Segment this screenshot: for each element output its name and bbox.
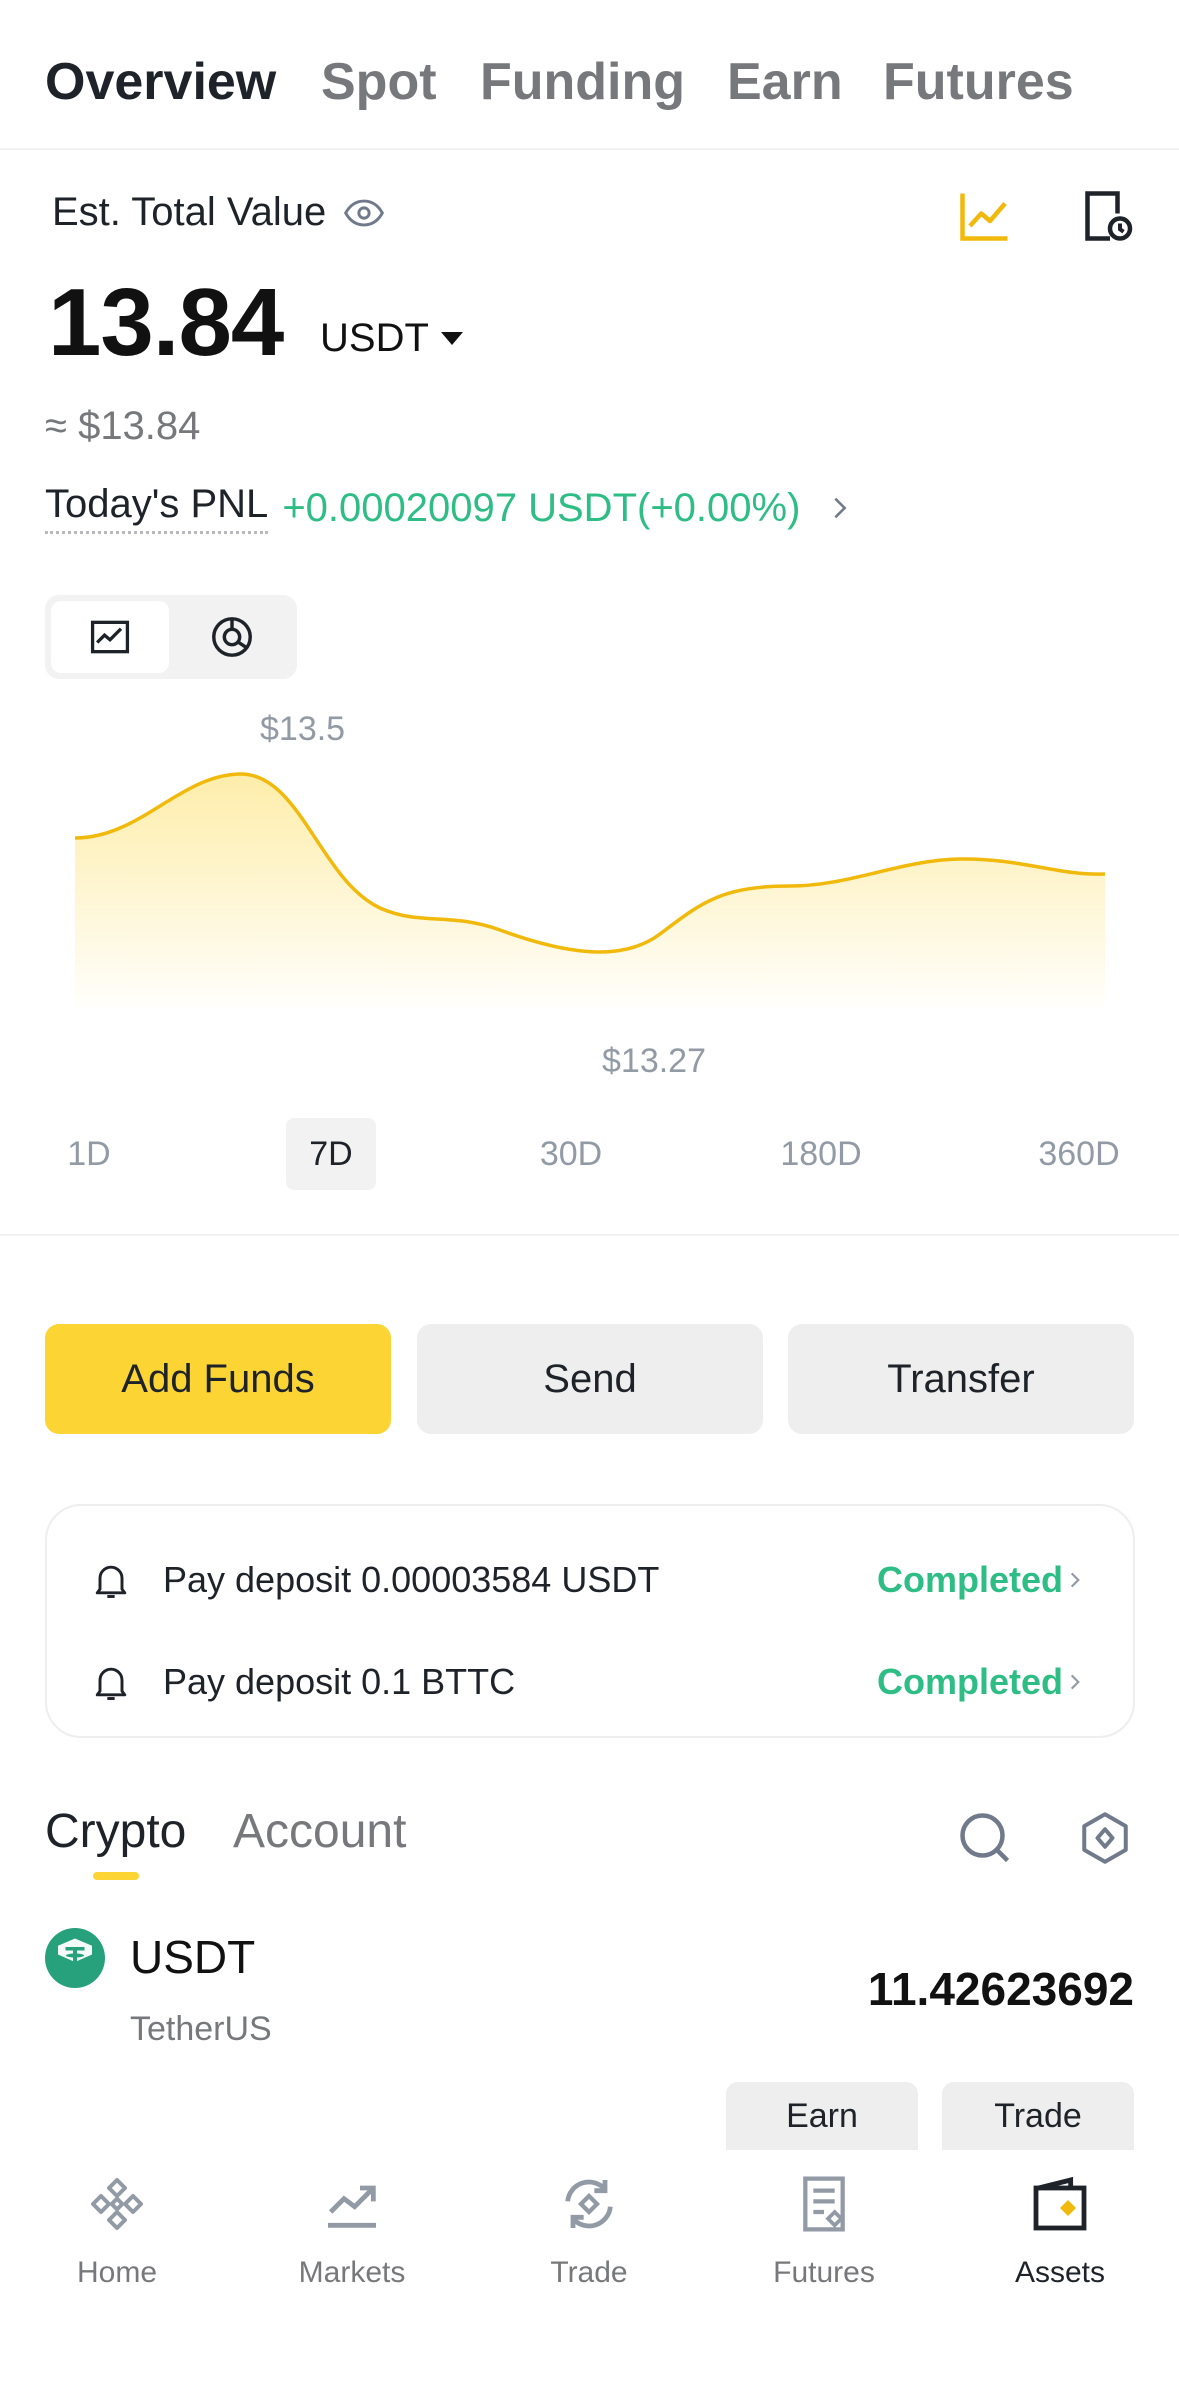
nav-assets[interactable]: Assets [960, 2172, 1160, 2312]
range-7d[interactable]: 7D [286, 1118, 376, 1190]
tab-earn[interactable]: Earn [727, 52, 843, 112]
nav-home[interactable]: Home [17, 2172, 217, 2312]
range-180d[interactable]: 180D [768, 1118, 874, 1190]
nav-label: Futures [773, 2256, 875, 2289]
coin-symbol: USDT [130, 1931, 256, 1983]
notice-status: Completed [876, 1661, 1063, 1702]
wallet-icon [1033, 2176, 1087, 2231]
futures-icon [803, 2176, 845, 2232]
notice-text: Pay deposit 0.00003584 USDT [163, 1559, 660, 1600]
tab-spot[interactable]: Spot [321, 52, 437, 112]
line-chart-icon [90, 620, 130, 654]
eye-icon[interactable] [342, 191, 386, 235]
send-button[interactable]: Send [417, 1324, 763, 1434]
home-icon [91, 2178, 143, 2230]
history-icon[interactable] [1075, 186, 1135, 246]
active-tab-indicator [93, 1872, 139, 1880]
trade-icon [565, 2179, 613, 2229]
todays-pnl-row[interactable]: Today's PNL +0.00020097 USDT(+0.00%) [45, 482, 854, 534]
tab-funding[interactable]: Funding [480, 52, 685, 112]
pnl-analysis-icon[interactable] [955, 186, 1015, 246]
pnl-label: Today's PNL [45, 482, 269, 534]
coin-name: TetherUS [130, 2010, 272, 2048]
nav-label: Home [76, 2256, 158, 2289]
nav-label: Trade [550, 2256, 628, 2289]
chart-min-label: $13.27 [602, 1042, 706, 1080]
chart-max-label: $13.5 [260, 710, 346, 748]
bell-icon [95, 1565, 127, 1598]
notice-item[interactable]: Pay deposit 0.1 BTTC Completed [47, 1652, 1137, 1712]
balance-chart-svg [74, 772, 1106, 1008]
chart-area [75, 773, 1105, 1008]
bottom-nav: Home Markets Trade Futures Assets [0, 2150, 1179, 2396]
bell-icon [95, 1667, 127, 1700]
chevron-right-icon [834, 497, 847, 519]
notice-status: Completed [876, 1559, 1063, 1600]
asset-row-usdt[interactable]: USDT TetherUS 11.42623692 Earn Trade [0, 1920, 1179, 2150]
notice-item[interactable]: Pay deposit 0.00003584 USDT Completed [47, 1550, 1137, 1610]
range-1d[interactable]: 1D [58, 1118, 120, 1190]
add-funds-button[interactable]: Add Funds [45, 1324, 391, 1434]
pie-chart-toggle[interactable] [173, 601, 291, 673]
pie-chart-icon [212, 617, 252, 657]
earn-button[interactable]: Earn [726, 2082, 918, 2150]
tab-futures[interactable]: Futures [883, 52, 1074, 112]
balance-chart[interactable]: $13.5 $13.27 [0, 690, 1179, 1110]
line-chart-toggle[interactable] [51, 601, 169, 673]
tab-crypto[interactable]: Crypto [45, 1804, 186, 1859]
tab-account[interactable]: Account [233, 1804, 406, 1859]
settings-icon[interactable] [1075, 1808, 1135, 1868]
nav-label: Markets [298, 2256, 406, 2289]
range-360d[interactable]: 360D [1026, 1118, 1132, 1190]
range-30d[interactable]: 30D [525, 1118, 617, 1190]
markets-icon [328, 2185, 376, 2228]
approx-usd-value: ≈ $13.84 [45, 404, 201, 448]
nav-futures[interactable]: Futures [724, 2172, 924, 2312]
chevron-right-icon [1070, 1674, 1080, 1690]
deposit-notices: Pay deposit 0.00003584 USDT Completed Pa… [45, 1504, 1135, 1738]
asset-sub-tabs: Crypto Account [0, 1790, 1179, 1890]
pnl-value: +0.00020097 USDT(+0.00%) [282, 485, 801, 530]
search-icon[interactable] [955, 1808, 1015, 1868]
time-range-selector: 1D 7D 30D 180D 360D [0, 1118, 1179, 1190]
trade-button[interactable]: Trade [942, 2082, 1134, 2150]
nav-markets[interactable]: Markets [252, 2172, 452, 2312]
notice-text: Pay deposit 0.1 BTTC [163, 1661, 516, 1702]
coin-amount: 11.42623692 [867, 1963, 1134, 2015]
caret-down-icon [440, 332, 463, 345]
currency-selector[interactable]: USDT [320, 316, 463, 361]
top-tabs: Overview Spot Funding Earn Futures [0, 0, 1179, 150]
tab-overview[interactable]: Overview [45, 52, 276, 112]
tether-logo-icon [45, 1928, 105, 1988]
currency-label: USDT [320, 316, 429, 360]
chart-type-toggle [45, 595, 297, 679]
nav-label: Assets [1014, 2256, 1106, 2289]
est-total-value-row: Est. Total Value [52, 190, 386, 235]
transfer-button[interactable]: Transfer [788, 1324, 1134, 1434]
chevron-right-icon [1070, 1572, 1080, 1588]
nav-trade[interactable]: Trade [489, 2172, 689, 2312]
balance-value: 13.84 [48, 269, 284, 376]
section-divider [0, 1234, 1179, 1236]
est-total-value-label: Est. Total Value [52, 190, 327, 234]
